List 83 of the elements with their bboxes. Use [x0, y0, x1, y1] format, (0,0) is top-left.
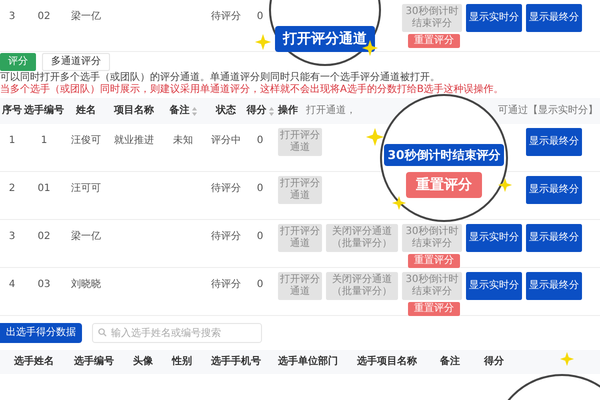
reset-button[interactable]: 重置评分	[408, 302, 460, 316]
table-cell: 0	[256, 183, 264, 195]
column-header: 姓名	[76, 105, 96, 117]
reset-button[interactable]: 重置评分	[408, 254, 460, 268]
table-cell: 梁一亿	[71, 231, 101, 243]
sort-icon[interactable]	[268, 106, 274, 116]
scoring-button[interactable]: 打开评分通道	[278, 176, 322, 204]
tab[interactable]: 多通道评分	[42, 53, 110, 71]
scoring-button[interactable]: 打开评分通道	[278, 272, 322, 300]
table-cell: 未知	[173, 135, 193, 147]
column-header: 得分	[246, 105, 266, 117]
column-header: 选手编号	[24, 105, 64, 117]
table-cell: 0	[256, 11, 264, 23]
warning-note: 当多个选手（或团队）同时展示，则建议采用单通道评分，这样就不会出现将A选手的分数打给B选手这种误操作。	[0, 84, 505, 96]
table-cell: 4	[8, 279, 16, 291]
table-cell: 3	[8, 11, 16, 23]
column-header: 选手姓名	[14, 356, 54, 368]
table-cell: 01	[38, 183, 50, 195]
tab[interactable]: 评分	[0, 53, 36, 71]
column-header: 选手项目名称	[357, 356, 417, 368]
column-header: 操作	[278, 105, 298, 117]
scoring-button[interactable]: 30秒倒计时结束评分	[402, 224, 462, 252]
column-header: 头像	[133, 356, 153, 368]
table-cell: 待评分	[211, 183, 241, 195]
scoring-button[interactable]: 关闭评分通道（批量评分）	[326, 272, 398, 300]
column-header: 选手手机号	[211, 356, 261, 368]
scoring-button[interactable]: 关闭评分通道（批量评分）	[326, 224, 398, 252]
table-cell: 0	[256, 279, 264, 291]
column-header: 备注	[440, 356, 460, 368]
table-cell: 1	[40, 135, 48, 147]
table-cell: 汪可可	[71, 183, 101, 195]
reset-button[interactable]: 重置评分	[408, 34, 460, 48]
show-score-button[interactable]: 显示最终分	[526, 224, 582, 252]
sparkle-icon	[255, 34, 271, 50]
table-cell: 梁一亿	[71, 11, 101, 23]
countdown-button[interactable]: 30秒倒计时结束评分	[384, 144, 504, 166]
search-icon	[98, 328, 107, 337]
table-cell: 3	[8, 231, 16, 243]
column-header: 序号	[2, 105, 22, 117]
table-cell: 2	[8, 183, 16, 195]
column-header: 选手编号	[74, 356, 114, 368]
table-cell: 待评分	[211, 279, 241, 291]
show-score-button[interactable]: 显示实时分	[466, 4, 522, 32]
show-score-button[interactable]: 显示最终分	[526, 128, 582, 156]
column-header: 选手单位部门	[278, 356, 338, 368]
column-header: 得分	[484, 356, 504, 368]
sparkle-icon	[560, 352, 574, 366]
scoring-button[interactable]: 30秒倒计时结束评分	[402, 4, 462, 32]
column-header: 备注	[170, 105, 190, 117]
scoring-button[interactable]: 30秒倒计时结束评分	[402, 272, 462, 300]
table-cell: 0	[256, 135, 264, 147]
sparkle-icon	[392, 196, 406, 210]
table-cell: 03	[38, 279, 50, 291]
column-header: 项目名称	[114, 105, 154, 117]
table-cell: 1	[8, 135, 16, 147]
column-header: 性别	[172, 356, 192, 368]
reset-button[interactable]: 重置评分	[406, 172, 482, 198]
show-score-button[interactable]: 显示实时分	[466, 272, 522, 300]
show-score-button[interactable]: 显示最终分	[526, 272, 582, 300]
table-cell: 0	[256, 231, 264, 243]
show-score-button[interactable]: 显示最终分	[526, 4, 582, 32]
header-hint: 可通过【显示实时分】	[498, 105, 598, 117]
column-header: 状态	[216, 105, 236, 117]
open-channel-button[interactable]: 打开评分通道	[275, 26, 375, 52]
info-note: 可以同时打开多个选手（或团队）的评分通道。单通道评分则同时只能有一个选手评分通道被打开。	[0, 72, 441, 84]
table-cell: 待评分	[211, 231, 241, 243]
export-button[interactable]: 出选手得分数据	[0, 323, 82, 343]
table-cell: 刘晓晓	[71, 279, 101, 291]
table-cell: 待评分	[211, 11, 241, 23]
table-cell: 02	[38, 11, 50, 23]
show-score-button[interactable]: 显示实时分	[466, 224, 522, 252]
show-score-button[interactable]: 显示最终分	[526, 176, 582, 204]
sparkle-icon	[498, 178, 512, 192]
sparkle-icon	[366, 128, 384, 146]
sort-icon[interactable]	[192, 106, 196, 116]
search-field[interactable]: 输入选手姓名或编号搜索	[92, 323, 262, 343]
scoring-button[interactable]: 打开评分通道	[278, 128, 322, 156]
table-cell: 汪俊可	[71, 135, 101, 147]
table-cell: 评分中	[211, 135, 241, 147]
table-cell: 02	[38, 231, 50, 243]
scoring-button[interactable]: 打开评分通道	[278, 224, 322, 252]
table-cell: 就业推进	[114, 135, 154, 147]
header-hint: 打开通道，	[306, 105, 356, 117]
